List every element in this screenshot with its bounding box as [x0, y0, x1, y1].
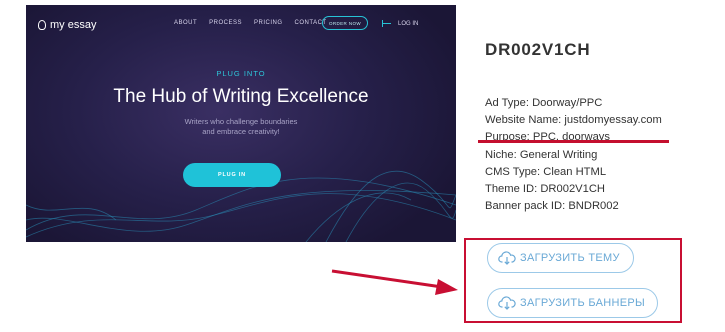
preview-subline: Writers who challenge boundaries and emb… [184, 117, 298, 136]
product-properties: Ad Type: Doorway/PPC Website Name: justd… [485, 95, 662, 215]
preview-menu: ABOUT PROCESS PRICING CONTACT [174, 20, 327, 26]
theme-preview: my essay ABOUT PROCESS PRICING CONTACT O… [26, 5, 456, 242]
property-banner-pack-id: Banner pack ID: BNDR002 [485, 200, 619, 213]
preview-headline: The Hub of Writing Excellence [113, 86, 369, 107]
property-website-name: Website Name: justdomyessay.com [485, 114, 662, 127]
property-purpose: Purpose: PPC, doorways [485, 131, 610, 144]
bulb-icon [38, 20, 46, 30]
download-banners-button[interactable]: ЗАГРУЗИТЬ БАННЕРЫ [487, 288, 658, 318]
preview-logo: my essay [38, 19, 96, 31]
preview-navbar: my essay ABOUT PROCESS PRICING CONTACT O… [26, 5, 456, 45]
red-pointer-arrow [331, 269, 458, 295]
preview-menu-process: PROCESS [209, 20, 243, 26]
preview-menu-about: ABOUT [174, 20, 198, 26]
cloud-download-icon [498, 251, 516, 265]
website-name-highlight-underline [478, 140, 669, 143]
login-icon [382, 20, 392, 27]
product-title: DR002V1CH [485, 40, 591, 59]
property-cms-type: CMS Type: Clean HTML [485, 165, 607, 178]
preview-cta-button: PLUG IN [183, 163, 281, 187]
cloud-download-icon [498, 296, 516, 310]
preview-kicker: PLUG INTO [216, 69, 266, 78]
preview-order-button: ORDER NOW [322, 16, 368, 30]
property-ad-type: Ad Type: Doorway/PPC [485, 97, 603, 109]
download-theme-button[interactable]: ЗАГРУЗИТЬ ТЕМУ [487, 243, 634, 273]
property-theme-id: Theme ID: DR002V1CH [485, 183, 606, 196]
preview-login: LOG IN [382, 20, 418, 27]
property-niche: Niche: General Writing [485, 148, 598, 161]
preview-menu-pricing: PRICING [254, 20, 283, 26]
